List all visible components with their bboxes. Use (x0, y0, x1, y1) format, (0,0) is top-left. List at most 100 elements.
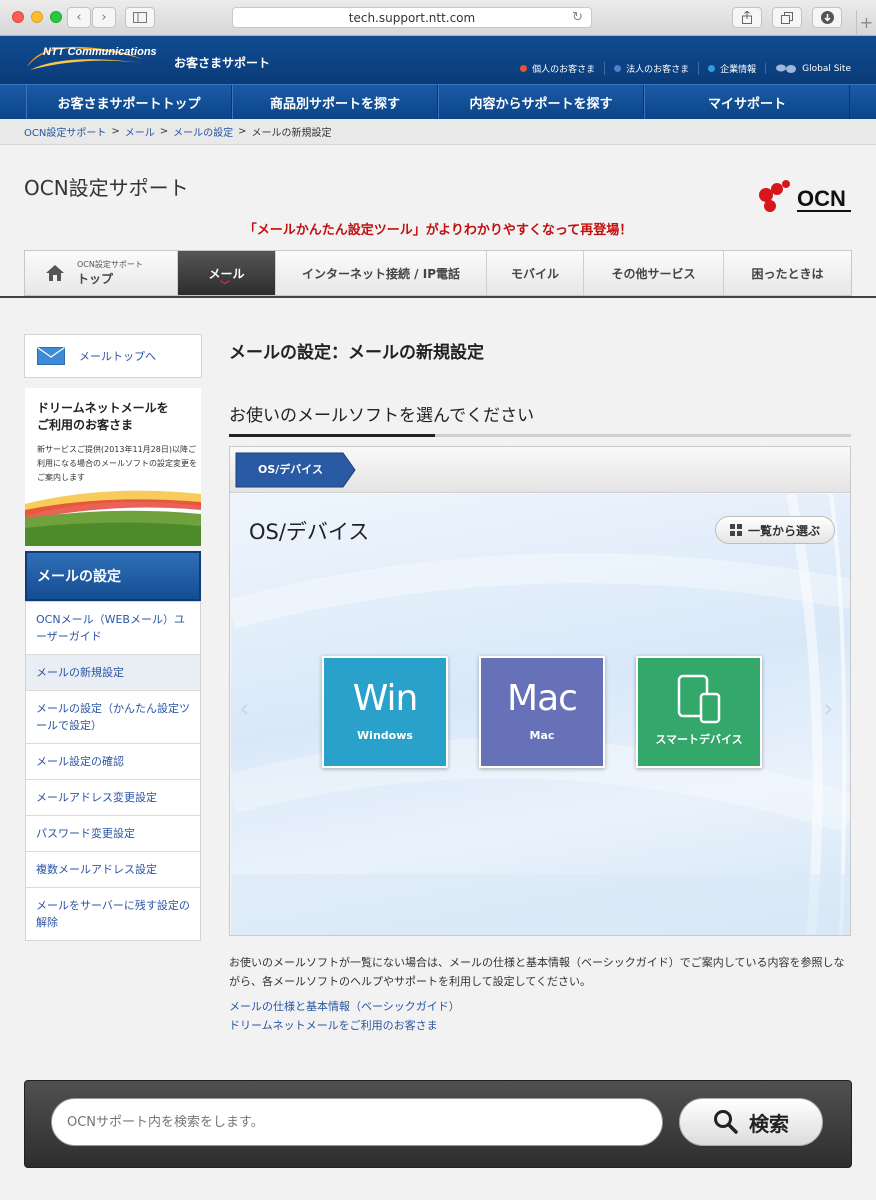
page-title: OCN設定サポート (24, 176, 189, 200)
link-label: Global Site (802, 63, 851, 74)
promo-banner-text[interactable]: 「メールかんたん設定ツール」がよりわかりやすくなって再登場！ (0, 219, 876, 238)
tile-label: スマートデバイス (655, 733, 743, 746)
download-icon (820, 11, 834, 24)
subnav-home-big: トップ (77, 272, 114, 286)
breadcrumb: OCN設定サポート > メール > メールの設定 > メールの新規設定 (0, 119, 876, 145)
subnav-troubleshooting[interactable]: 困ったときは (724, 251, 851, 295)
home-icon (46, 265, 64, 281)
mail-top-label: メールトップへ (79, 350, 156, 363)
corporate-info-link[interactable]: 企業情報 (698, 62, 765, 75)
banner-title: ドリームネットメールを ご利用のお客さま (37, 400, 169, 434)
basic-guide-link[interactable]: メールの仕様と基本情報（ベーシックガイド） (229, 998, 460, 1014)
close-window-button[interactable] (12, 11, 24, 23)
breadcrumb-current: メールの新規設定 (251, 128, 332, 139)
search-input[interactable] (51, 1098, 663, 1146)
subnav-mail[interactable]: メール ﹀ (178, 251, 276, 295)
dreamnet-banner[interactable]: ドリームネットメールを ご利用のお客さま 新サービスご提供(2013年11月28… (25, 388, 201, 546)
banner-swoosh-image (25, 484, 201, 546)
subnav-internet[interactable]: インターネット接続 / IP電話 (276, 251, 487, 295)
content-heading: メールの設定：メールの新規設定 (229, 343, 484, 363)
nav-my-support[interactable]: マイサポート (644, 85, 850, 120)
nav-by-product[interactable]: 商品別サポートを探す (232, 85, 438, 120)
header-title: お客さまサポート (174, 56, 271, 70)
windows-tile[interactable]: Win Windows (322, 656, 448, 768)
dreamnet-customer-link[interactable]: ドリームネットメールをご利用のお客さま (229, 1017, 438, 1033)
nav-by-content[interactable]: 内容からサポートを探す (438, 85, 644, 120)
subnav-home[interactable]: OCN設定サポート トップ (25, 251, 178, 295)
subnav-home-small: OCN設定サポート (77, 260, 143, 269)
sidebar-heading: メールの設定 (25, 551, 201, 601)
sidebar-item-keep-on-server[interactable]: メールをサーバーに残す設定の解除 (26, 888, 200, 940)
subnav-divider (0, 296, 876, 298)
mac-tile[interactable]: Mac Mac (479, 656, 605, 768)
back-button[interactable]: ‹ (67, 7, 91, 28)
url-text: tech.support.ntt.com (348, 10, 476, 25)
sidebar-item-webmail-guide[interactable]: OCNメール（WEBメール）ユーザーガイド (26, 602, 200, 655)
sidebar-item-multiple-addresses[interactable]: 複数メールアドレス設定 (26, 852, 200, 888)
share-button[interactable] (732, 7, 762, 28)
ocn-logo[interactable]: OCN (756, 177, 852, 217)
forward-button[interactable]: › (92, 7, 116, 28)
link-label: 法人のお客さま (626, 65, 690, 75)
ntt-logo-text: NTT Communications (43, 46, 157, 58)
tabs-overview-button[interactable] (772, 7, 802, 28)
smart-device-tile[interactable]: スマートデバイス (636, 656, 762, 768)
help-note: お使いのメールソフトが一覧にない場合は、メールの仕様と基本情報（ベーシックガイド… (229, 956, 845, 988)
choose-from-list-label: 一覧から選ぶ (747, 523, 820, 538)
sidebar-item-change-password[interactable]: パスワード変更設定 (26, 816, 200, 852)
subnav-other-services[interactable]: その他サービス (584, 251, 724, 295)
subnav-mobile[interactable]: モバイル (487, 251, 584, 295)
sidebar-item-change-address[interactable]: メールアドレス変更設定 (26, 780, 200, 816)
tablet-phone-icon (677, 674, 721, 724)
personal-customer-link[interactable]: 個人のお客さま (511, 62, 604, 75)
new-tab-button[interactable]: + (856, 10, 876, 36)
carousel-prev-arrow[interactable]: ‹ (239, 694, 249, 724)
banner-subtext: 新サービスご提供(2013年11月28日)以降ご利用になる場合のメールソフトの設… (37, 445, 197, 482)
chevron-right-icon: › (101, 10, 107, 25)
search-button[interactable]: 検索 (679, 1098, 823, 1146)
breadcrumb-separator: > (159, 126, 169, 137)
tile-big-text: Mac (507, 678, 578, 719)
magnifier-icon (714, 1110, 738, 1134)
minimize-window-button[interactable] (31, 11, 43, 23)
sidebar-item-easy-setup-tool[interactable]: メールの設定（かんたん設定ツールで設定） (26, 691, 200, 744)
subheading-underline-accent (229, 434, 435, 437)
chevron-left-icon: ‹ (76, 10, 82, 25)
breadcrumb-item[interactable]: メール (125, 124, 155, 139)
choose-from-list-button[interactable]: 一覧から選ぶ (715, 516, 835, 544)
sidebar-item-check-settings[interactable]: メール設定の確認 (26, 744, 200, 780)
sidebar-toggle-button[interactable] (125, 7, 155, 28)
sidebar-item-new-setup[interactable]: メールの新規設定 (26, 655, 200, 691)
main-navigation: お客さまサポートトップ 商品別サポートを探す 内容からサポートを探す マイサポー… (0, 84, 876, 120)
envelope-icon (37, 347, 65, 365)
header-links: 個人のお客さま 法人のお客さま 企業情報 Global Site (511, 62, 860, 75)
device-stage: OS/デバイス 一覧から選ぶ ‹ › Win Windows Mac Mac ス… (231, 494, 850, 935)
chevron-down-icon: ﹀ (220, 281, 230, 292)
sidebar-icon (133, 12, 147, 23)
breadcrumb-item[interactable]: OCN設定サポート (24, 124, 106, 139)
content-subheading: お使いのメールソフトを選んでください (229, 406, 535, 426)
stage-title: OS/デバイス (249, 520, 370, 544)
tile-label: Mac (529, 729, 555, 742)
business-customer-link[interactable]: 法人のお客さま (604, 62, 698, 75)
tile-big-text: Win (352, 678, 419, 719)
site-header: NTT Communications お客さまサポート 個人のお客さま 法人のお… (0, 36, 876, 84)
search-button-label: 検索 (749, 1111, 789, 1136)
arrow-circle-icon (708, 65, 716, 72)
global-site-link[interactable]: Global Site (765, 63, 860, 74)
sub-navigation: OCN設定サポート トップ メール ﹀ インターネット接続 / IP電話 モバイ… (24, 250, 852, 296)
reload-icon[interactable]: ↻ (572, 10, 583, 25)
browser-toolbar: ‹ › tech.support.ntt.com ↻ + (0, 0, 876, 36)
nav-support-top[interactable]: お客さまサポートトップ (26, 85, 232, 120)
zoom-window-button[interactable] (50, 11, 62, 23)
breadcrumb-item[interactable]: メールの設定 (173, 124, 233, 139)
device-selector-panel: OS/デバイス OS/デバイス 一覧から選ぶ ‹ › Win Windows M… (229, 446, 851, 936)
carousel-next-arrow[interactable]: › (823, 694, 833, 724)
site-search-bar: 検索 (24, 1080, 852, 1168)
tabs-icon (781, 11, 793, 24)
sidebar-menu: OCNメール（WEBメール）ユーザーガイド メールの新規設定 メールの設定（かん… (25, 601, 201, 941)
mail-top-link[interactable]: メールトップへ (24, 334, 202, 378)
share-icon (742, 11, 752, 24)
downloads-button[interactable] (812, 7, 842, 28)
address-bar[interactable]: tech.support.ntt.com ↻ (232, 7, 592, 28)
